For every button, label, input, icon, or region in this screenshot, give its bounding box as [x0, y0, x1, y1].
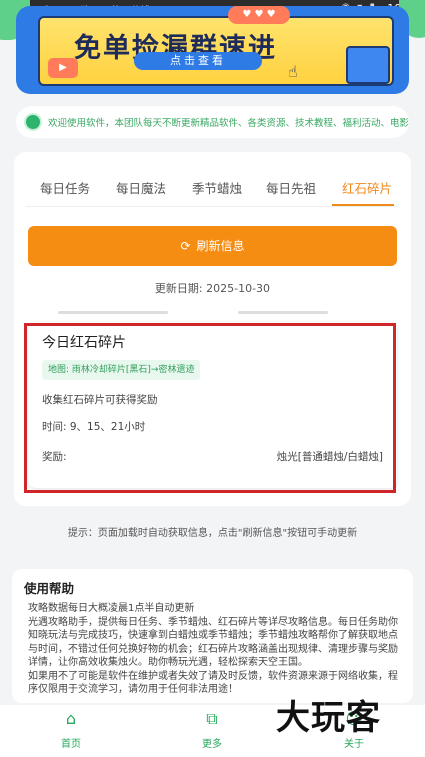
- card-time: 时间: 9、15、21小时: [42, 421, 146, 433]
- play-icon: ▶: [48, 58, 78, 78]
- nav-more[interactable]: ⧉ 更多: [177, 709, 247, 750]
- reward-label: 奖励:: [42, 451, 67, 463]
- help-line: 攻略数据每日大概凌晨1点半自动更新: [28, 603, 195, 614]
- more-icon: ⧉: [206, 709, 218, 728]
- shard-info-card: 今日红石碎片 地图: 雨林冷却碎片[黑石]→密林遗迹 收集红石碎片可获得奖励 时…: [28, 322, 397, 488]
- refresh-icon: ⟳: [180, 239, 191, 253]
- tab-red-shards[interactable]: 红石碎片: [342, 178, 392, 197]
- watermark-logo: 大玩客: [276, 698, 381, 738]
- help-section: 使用帮助 攻略数据每日大概凌晨1点半自动更新 光遇攻略助手，提供每日任务、季节蜡…: [12, 569, 413, 703]
- main-panel: 每日任务 每日魔法 季节蜡烛 每日先祖 红石碎片 ⟳ 刷新信息 更新日期: 202…: [14, 152, 411, 506]
- card-title: 今日红石碎片: [42, 335, 126, 351]
- refresh-label: 刷新信息: [196, 239, 245, 253]
- hint-text: 提示：页面加载时自动获取信息，点击"刷新信息"按钮可手动更新: [67, 528, 358, 539]
- gift-box-icon: [346, 46, 390, 84]
- notice-text: 欢迎使用软件，本团队每天不断更新精品软件、各类资源、技术教程、福利活动、电影: [48, 118, 409, 129]
- help-line: 光遇攻略助手，提供每日任务、季节蜡烛、红石碎片等详尽攻略信息。每日任务助你知晓玩…: [28, 616, 398, 669]
- active-tab-indicator: [332, 204, 394, 206]
- nav-home-label: 首页: [61, 739, 81, 750]
- update-date: 更新日期: 2025-10-30: [154, 282, 271, 295]
- refresh-button[interactable]: ⟳ 刷新信息: [28, 226, 397, 266]
- notice-marquee: 欢迎使用软件，本团队每天不断更新精品软件、各类资源、技术教程、福利活动、电影: [16, 106, 409, 138]
- help-body: 攻略数据每日大概凌晨1点半自动更新 光遇攻略助手，提供每日任务、季节蜡烛、红石碎…: [28, 602, 400, 697]
- tab-daily-magic[interactable]: 每日魔法: [116, 178, 166, 197]
- help-title: 使用帮助: [24, 581, 75, 596]
- card-description: 收集红石碎片可获得奖励: [42, 394, 158, 406]
- nav-home[interactable]: ⌂ 首页: [36, 709, 106, 750]
- tab-daily-ancestor[interactable]: 每日先祖: [266, 178, 316, 197]
- promo-banner[interactable]: 免单捡漏群速进 ♥ ♥ ♥ ▶ 点击查看 ☝: [16, 6, 409, 94]
- nav-more-label: 更多: [202, 739, 222, 750]
- reward-value: 烛光[普通蜡烛/白蜡烛]: [276, 451, 383, 463]
- banner-view-button[interactable]: 点击查看: [134, 52, 262, 70]
- card-top-edge: [28, 309, 397, 317]
- map-badge: 地图: 雨林冷却碎片[黑石]→密林遗迹: [42, 360, 201, 380]
- tab-season-candles[interactable]: 季节蜡烛: [192, 178, 242, 197]
- banner-card: 免单捡漏群速进: [38, 16, 394, 86]
- home-icon: ⌂: [65, 709, 77, 728]
- tab-bar: 每日任务 每日魔法 季节蜡烛 每日先祖 红石碎片: [26, 172, 398, 207]
- banner-hearts-bubble: ♥ ♥ ♥: [228, 6, 290, 24]
- tab-daily-tasks[interactable]: 每日任务: [40, 178, 90, 197]
- pointer-hand-icon: ☝: [288, 62, 298, 81]
- notice-dot-icon: [26, 115, 40, 129]
